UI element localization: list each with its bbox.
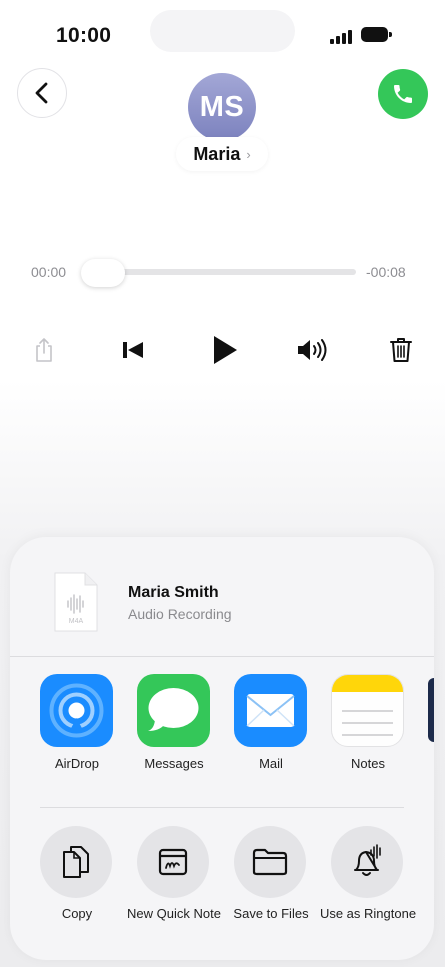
action-save-to-files[interactable]: [234, 826, 306, 898]
action-label-use-as-ringtone: Use as Ringtone: [319, 906, 417, 921]
speaker-icon: [298, 339, 327, 361]
elapsed-time: 00:00: [31, 264, 67, 280]
copy-icon: [63, 846, 89, 878]
contact-name-button[interactable]: Maria ›: [176, 137, 268, 171]
divider: [40, 807, 404, 808]
back-button[interactable]: [17, 68, 67, 118]
app-next-partial[interactable]: [428, 678, 434, 742]
share-icon: [36, 338, 52, 362]
dynamic-island: [150, 10, 295, 52]
mail-icon: [246, 694, 295, 727]
cellular-signal-icon: [330, 30, 354, 44]
action-label-new-quick-note: New Quick Note: [127, 906, 221, 921]
trash-icon: [390, 338, 412, 362]
folder-icon: [252, 848, 288, 876]
status-time: 10:00: [56, 24, 112, 47]
file-title: Maria Smith: [128, 584, 219, 601]
app-label-notes: Notes: [351, 756, 385, 771]
contact-avatar[interactable]: MS: [188, 73, 256, 141]
notes-icon: [332, 675, 403, 736]
app-label-messages: Messages: [144, 756, 204, 771]
airdrop-icon: [49, 683, 104, 738]
file-badge: M4A: [68, 618, 84, 625]
action-label-copy: Copy: [61, 906, 93, 921]
play-icon: [214, 336, 237, 364]
skip-back-icon: [123, 342, 143, 358]
call-button[interactable]: [378, 69, 428, 119]
app-messages[interactable]: [137, 674, 210, 747]
messages-icon: [148, 688, 199, 731]
quick-note-icon: [158, 848, 188, 876]
file-subtitle: Audio Recording: [128, 606, 232, 622]
action-copy[interactable]: [40, 826, 112, 898]
share-button[interactable]: [26, 332, 62, 368]
battery-icon: [361, 27, 392, 42]
remaining-time: -00:08: [366, 264, 406, 280]
phone-icon: [394, 85, 412, 103]
app-airdrop[interactable]: [40, 674, 113, 747]
action-use-as-ringtone[interactable]: [331, 826, 403, 898]
action-label-save-to-files: Save to Files: [233, 906, 309, 921]
audio-file-icon: M4A: [53, 571, 99, 633]
delete-button[interactable]: [383, 332, 419, 368]
contact-name: Maria: [193, 143, 241, 164]
app-mail[interactable]: [234, 674, 307, 747]
action-new-quick-note[interactable]: [137, 826, 209, 898]
scrubber-knob[interactable]: [81, 259, 125, 287]
speaker-button[interactable]: [292, 332, 332, 368]
chevron-right-icon: ›: [246, 146, 251, 162]
app-notes[interactable]: [331, 674, 404, 747]
skip-back-button[interactable]: [115, 332, 151, 368]
play-button[interactable]: [202, 328, 246, 372]
divider: [10, 656, 434, 657]
app-label-airdrop: AirDrop: [54, 756, 100, 771]
app-label-mail: Mail: [259, 756, 283, 771]
ringtone-bell-icon: [354, 844, 381, 876]
chevron-left-icon: [35, 82, 48, 104]
